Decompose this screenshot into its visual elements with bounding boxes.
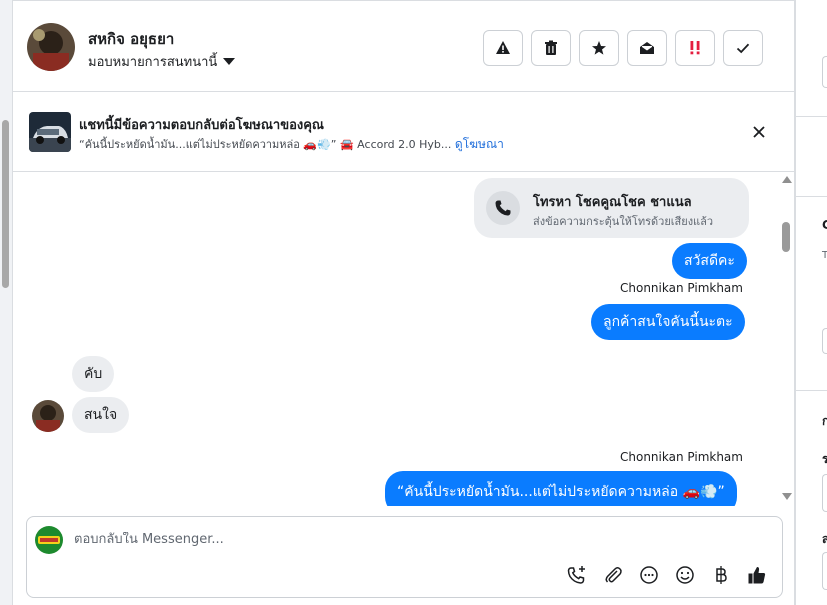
smiley-icon	[676, 566, 694, 584]
view-ad-link[interactable]: ดูโฆษณา	[455, 137, 504, 151]
ad-thumbnail[interactable]	[29, 112, 71, 152]
chat-dots-icon	[640, 566, 658, 584]
phone-icon	[486, 191, 520, 225]
close-banner-button[interactable]	[749, 122, 769, 142]
important-button[interactable]	[675, 30, 715, 66]
scroll-down-arrow-icon[interactable]	[782, 493, 792, 500]
composer-toolbar	[567, 565, 767, 585]
details-field[interactable]	[822, 474, 827, 512]
contact-avatar[interactable]	[27, 23, 75, 71]
details-field[interactable]	[822, 328, 827, 354]
header-actions	[483, 30, 763, 66]
reply-composer	[26, 516, 783, 598]
message-bubble-incoming[interactable]: คับ	[72, 356, 115, 392]
section-divider	[796, 196, 827, 197]
message-thread[interactable]: โทรหา โชคคูณโชค ชาแนล ส่งข้อความกระตุ้นใ…	[13, 172, 794, 506]
send-like-button[interactable]	[747, 565, 767, 585]
message-bubble-outgoing[interactable]: สวัสดีคะ	[672, 243, 747, 279]
page-scrollbar-thumb[interactable]	[2, 120, 9, 288]
messenger-inbox: สหกิจ อยุธยา มอบหมายการสนทนานี้ แชทนี้มี…	[0, 0, 827, 605]
paperclip-icon	[605, 567, 622, 583]
field-label: ส	[822, 532, 827, 546]
details-field[interactable]	[822, 552, 827, 590]
thumbs-up-icon	[748, 567, 766, 584]
call-request-card[interactable]: โทรหา โชคคูณโชค ชาแนล ส่งข้อความกระตุ้นใ…	[474, 178, 749, 238]
section-divider	[796, 116, 827, 117]
thread-scrollbar-thumb[interactable]	[782, 222, 790, 252]
message-bubble-outgoing[interactable]: ลูกค้าสนใจคันนี้นะตะ	[591, 304, 745, 340]
sender-name: Chonnikan Pimkham	[620, 450, 743, 464]
delete-button[interactable]	[531, 30, 571, 66]
thread-scrollbar[interactable]	[779, 172, 793, 506]
call-card-subtitle: ส่งข้อความกระตุ้นให้โทรด้วยเสียงแล้ว	[533, 215, 714, 228]
double-exclamation-icon	[690, 41, 700, 55]
warning-icon	[496, 41, 510, 54]
saved-replies-button[interactable]	[639, 565, 659, 585]
report-button[interactable]	[483, 30, 523, 66]
ad-reply-banner: แชทนี้มีข้อความตอบกลับต่อโฆษณาของคุณ “คั…	[13, 92, 794, 172]
message-bubble-outgoing[interactable]: “คันนี้ประหยัดน้ำมัน...แต่ไม่ประหยัดความ…	[385, 471, 737, 506]
section-text: T	[822, 250, 827, 261]
ad-caption: “คันนี้ประหยัดน้ำมัน...แต่ไม่ประหยัดความ…	[79, 138, 452, 151]
emoji-button[interactable]	[675, 565, 695, 585]
contact-details-panel: C T ก ร ส	[795, 0, 827, 605]
field-label: ร	[822, 452, 827, 466]
conversation-header: สหกิจ อยุธยา มอบหมายการสนทนานี้	[13, 0, 794, 92]
star-button[interactable]	[579, 30, 619, 66]
scroll-up-arrow-icon[interactable]	[782, 176, 792, 183]
baht-icon	[716, 566, 727, 584]
section-divider	[796, 390, 827, 391]
sender-name: Chonnikan Pimkham	[620, 281, 743, 295]
attach-file-button[interactable]	[603, 565, 623, 585]
page-scrollbar[interactable]	[0, 0, 12, 605]
call-card-title: โทรหา โชคคูณโชค ชาแนล	[533, 195, 692, 210]
contact-name[interactable]: สหกิจ อยุธยา	[88, 27, 174, 51]
close-icon	[753, 126, 765, 138]
assign-label: มอบหมายการสนทนานี้	[88, 55, 218, 70]
details-field[interactable]	[822, 56, 827, 88]
section-heading: ก	[822, 414, 827, 428]
add-call-button[interactable]	[567, 565, 587, 585]
section-heading: C	[822, 218, 827, 232]
message-bubble-incoming[interactable]: สนใจ	[72, 397, 130, 433]
ad-banner-subtitle: “คันนี้ประหยัดน้ำมัน...แต่ไม่ประหยัดความ…	[79, 135, 504, 154]
caret-down-icon	[223, 58, 236, 65]
mark-done-button[interactable]	[723, 30, 763, 66]
contact-avatar-small[interactable]	[32, 400, 64, 432]
mark-unread-button[interactable]	[627, 30, 667, 66]
conversation-panel: สหกิจ อยุธยา มอบหมายการสนทนานี้ แชทนี้มี…	[12, 0, 795, 605]
page-avatar	[35, 526, 63, 554]
reply-input[interactable]	[74, 532, 674, 547]
ad-banner-title: แชทนี้มีข้อความตอบกลับต่อโฆษณาของคุณ	[79, 118, 324, 133]
assign-conversation-dropdown[interactable]: มอบหมายการสนทนานี้	[88, 51, 236, 72]
open-envelope-icon	[640, 42, 654, 54]
star-icon	[592, 41, 606, 55]
trash-icon	[545, 40, 557, 55]
checkmark-icon	[736, 43, 750, 54]
phone-plus-icon	[567, 566, 585, 584]
payment-button[interactable]	[711, 565, 731, 585]
